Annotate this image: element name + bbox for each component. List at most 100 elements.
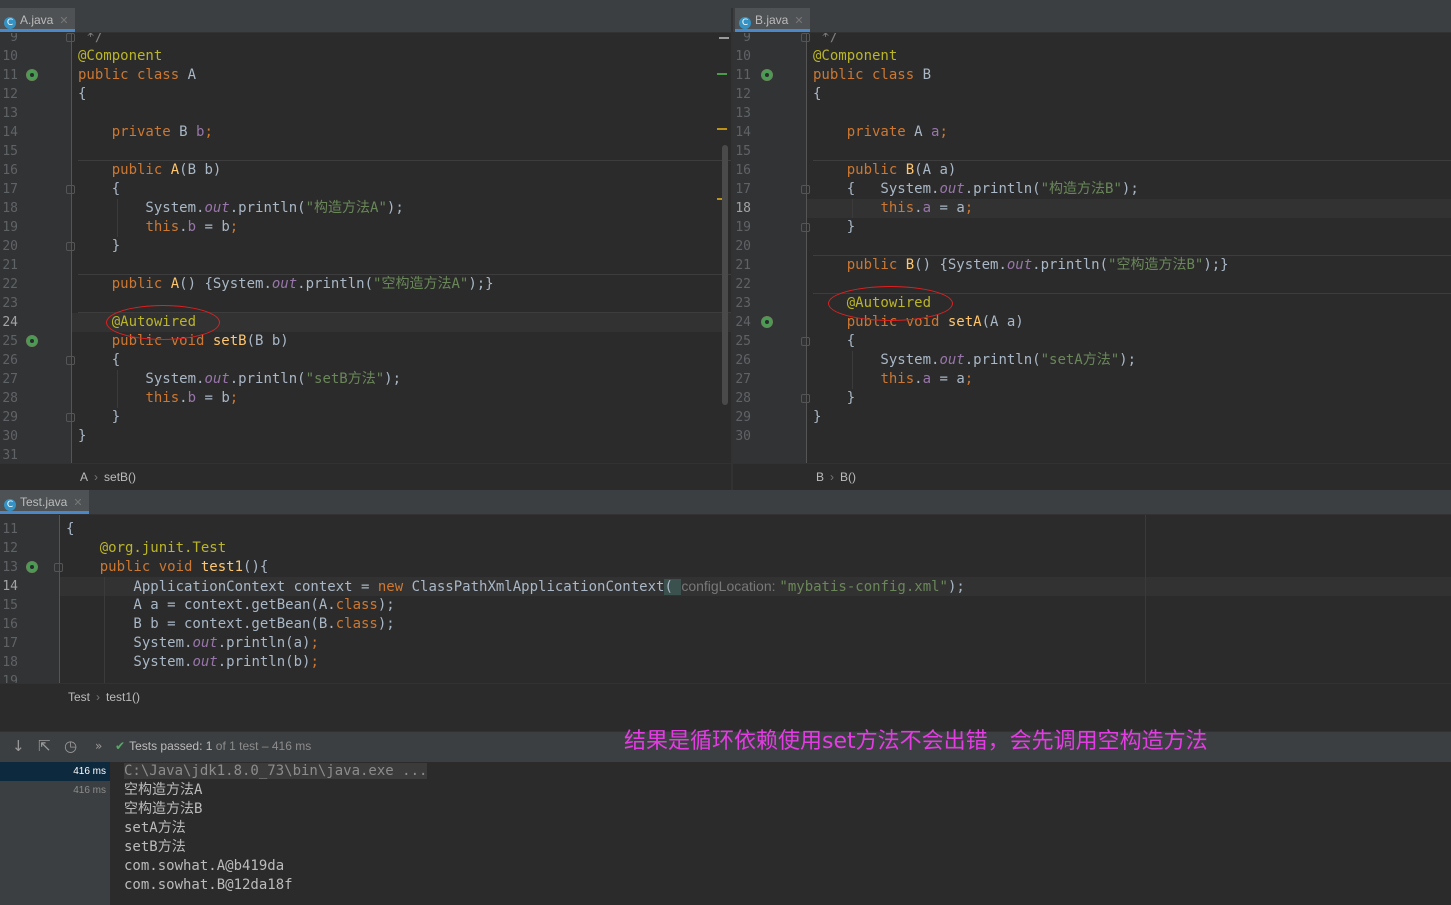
line-number[interactable]: 11 [733, 66, 751, 85]
line-number[interactable]: 11 [0, 66, 18, 85]
line-number[interactable]: 28 [0, 389, 18, 408]
spring-bean-icon[interactable] [26, 69, 38, 81]
line-number[interactable]: 14 [733, 123, 751, 142]
close-icon[interactable]: ✕ [73, 497, 82, 509]
line-number[interactable]: 10 [0, 47, 18, 66]
fold-toggle-icon[interactable] [801, 394, 810, 403]
fold-toggle-icon[interactable] [66, 413, 75, 422]
line-number[interactable]: 22 [0, 275, 18, 294]
line-number[interactable]: 12 [0, 85, 18, 104]
line-number[interactable]: 19 [733, 218, 751, 237]
line-number[interactable]: 30 [733, 427, 751, 446]
spring-bean-icon[interactable] [26, 335, 38, 347]
line-number[interactable]: 24 [0, 313, 18, 332]
breadcrumb-item[interactable]: Test [68, 690, 90, 704]
line-number[interactable]: 23 [733, 294, 751, 313]
close-icon[interactable]: ✕ [59, 15, 68, 27]
line-number[interactable]: 13 [0, 558, 18, 577]
line-number[interactable]: 21 [733, 256, 751, 275]
line-number[interactable]: 18 [733, 199, 751, 218]
fold-toggle-icon[interactable] [801, 223, 810, 232]
fold-toggle-icon[interactable] [66, 356, 75, 365]
line-number[interactable]: 28 [733, 389, 751, 408]
fold-toggle-icon[interactable] [66, 33, 75, 42]
line-number[interactable]: 17 [0, 180, 18, 199]
line-number[interactable]: 19 [0, 218, 18, 237]
close-icon[interactable]: ✕ [794, 15, 803, 27]
export-icon[interactable]: ⇱ [38, 732, 51, 760]
breadcrumb-item[interactable]: A [80, 470, 88, 484]
breadcrumb-item[interactable]: setB() [104, 470, 136, 484]
line-number[interactable]: 12 [0, 539, 18, 558]
line-number[interactable]: 15 [0, 142, 18, 161]
line-number[interactable]: 13 [733, 104, 751, 123]
line-number[interactable]: 25 [0, 332, 18, 351]
fold-toggle-icon[interactable] [801, 33, 810, 42]
breadcrumb-item[interactable]: B [816, 470, 824, 484]
fold-toggle-icon[interactable] [66, 242, 75, 251]
line-number[interactable]: 15 [733, 142, 751, 161]
line-number[interactable]: 29 [733, 408, 751, 427]
line-number[interactable]: 15 [0, 596, 18, 615]
tab-test-java[interactable]: C Test.java ✕ [0, 490, 89, 514]
split-divider[interactable] [731, 8, 733, 490]
line-number[interactable]: 11 [0, 520, 18, 539]
spring-bean-icon[interactable] [761, 316, 773, 328]
line-number[interactable]: 14 [0, 123, 18, 142]
fold-toggle-icon[interactable] [801, 337, 810, 346]
fold-toggle-icon[interactable] [54, 563, 63, 572]
line-number[interactable]: 9 [0, 33, 18, 47]
error-stripe-marker[interactable] [719, 37, 729, 39]
editor-a[interactable]: 9 */10 @Component 11 public class A 12{13 14 … [0, 33, 731, 463]
test-time[interactable]: 416 ms [73, 762, 106, 781]
line-number[interactable]: 9 [733, 33, 751, 47]
console-output[interactable]: C:\Java\jdk1.8.0_73\bin\java.exe ... 空构造… [110, 762, 1451, 905]
line-number[interactable]: 26 [0, 351, 18, 370]
line-number[interactable]: 25 [733, 332, 751, 351]
breadcrumb-item[interactable]: test1() [106, 690, 140, 704]
line-number[interactable]: 19 [0, 672, 18, 683]
test-time[interactable]: 416 ms [73, 781, 106, 800]
line-number[interactable]: 14 [0, 577, 18, 596]
spring-bean-icon[interactable] [761, 69, 773, 81]
editor-test[interactable]: 11 {12 @org.junit.Test 13 public void test… [0, 515, 1451, 683]
line-number[interactable]: 27 [0, 370, 18, 389]
tab-a-java[interactable]: C A.java ✕ [0, 8, 75, 32]
line-number[interactable]: 30 [0, 427, 18, 446]
line-number[interactable]: 23 [0, 294, 18, 313]
spring-bean-icon[interactable] [26, 561, 38, 573]
line-number[interactable]: 12 [733, 85, 751, 104]
breadcrumb-item[interactable]: B() [840, 470, 856, 484]
history-icon[interactable]: ◷ [64, 732, 77, 760]
error-stripe-marker[interactable] [717, 73, 727, 75]
sort-down-icon[interactable]: ↓ [12, 732, 25, 760]
line-number[interactable]: 27 [733, 370, 751, 389]
line-number[interactable]: 16 [733, 161, 751, 180]
more-icon[interactable]: » [95, 732, 102, 760]
line-number[interactable]: 16 [0, 161, 18, 180]
line-number[interactable]: 17 [733, 180, 751, 199]
line-number[interactable]: 18 [0, 199, 18, 218]
line-number[interactable]: 20 [0, 237, 18, 256]
line-number[interactable]: 16 [0, 615, 18, 634]
line-number[interactable]: 24 [733, 313, 751, 332]
gutter-edge [59, 515, 60, 683]
check-icon: ✔ [115, 739, 126, 753]
scrollbar-thumb[interactable] [722, 145, 728, 405]
fold-toggle-icon[interactable] [66, 185, 75, 194]
editor-b[interactable]: 9 */10 @Component 11 public class B 12{13 14 … [733, 33, 1451, 463]
line-number[interactable]: 29 [0, 408, 18, 427]
breadcrumb-b: B › B() [733, 463, 1451, 490]
line-number[interactable]: 22 [733, 275, 751, 294]
fold-toggle-icon[interactable] [801, 185, 810, 194]
line-number[interactable]: 31 [0, 446, 18, 463]
error-stripe-marker[interactable] [717, 128, 727, 130]
line-number[interactable]: 21 [0, 256, 18, 275]
line-number[interactable]: 18 [0, 653, 18, 672]
tab-b-java[interactable]: C B.java ✕ [735, 8, 810, 32]
line-number[interactable]: 17 [0, 634, 18, 653]
line-number[interactable]: 13 [0, 104, 18, 123]
line-number[interactable]: 26 [733, 351, 751, 370]
line-number[interactable]: 20 [733, 237, 751, 256]
line-number[interactable]: 10 [733, 47, 751, 66]
